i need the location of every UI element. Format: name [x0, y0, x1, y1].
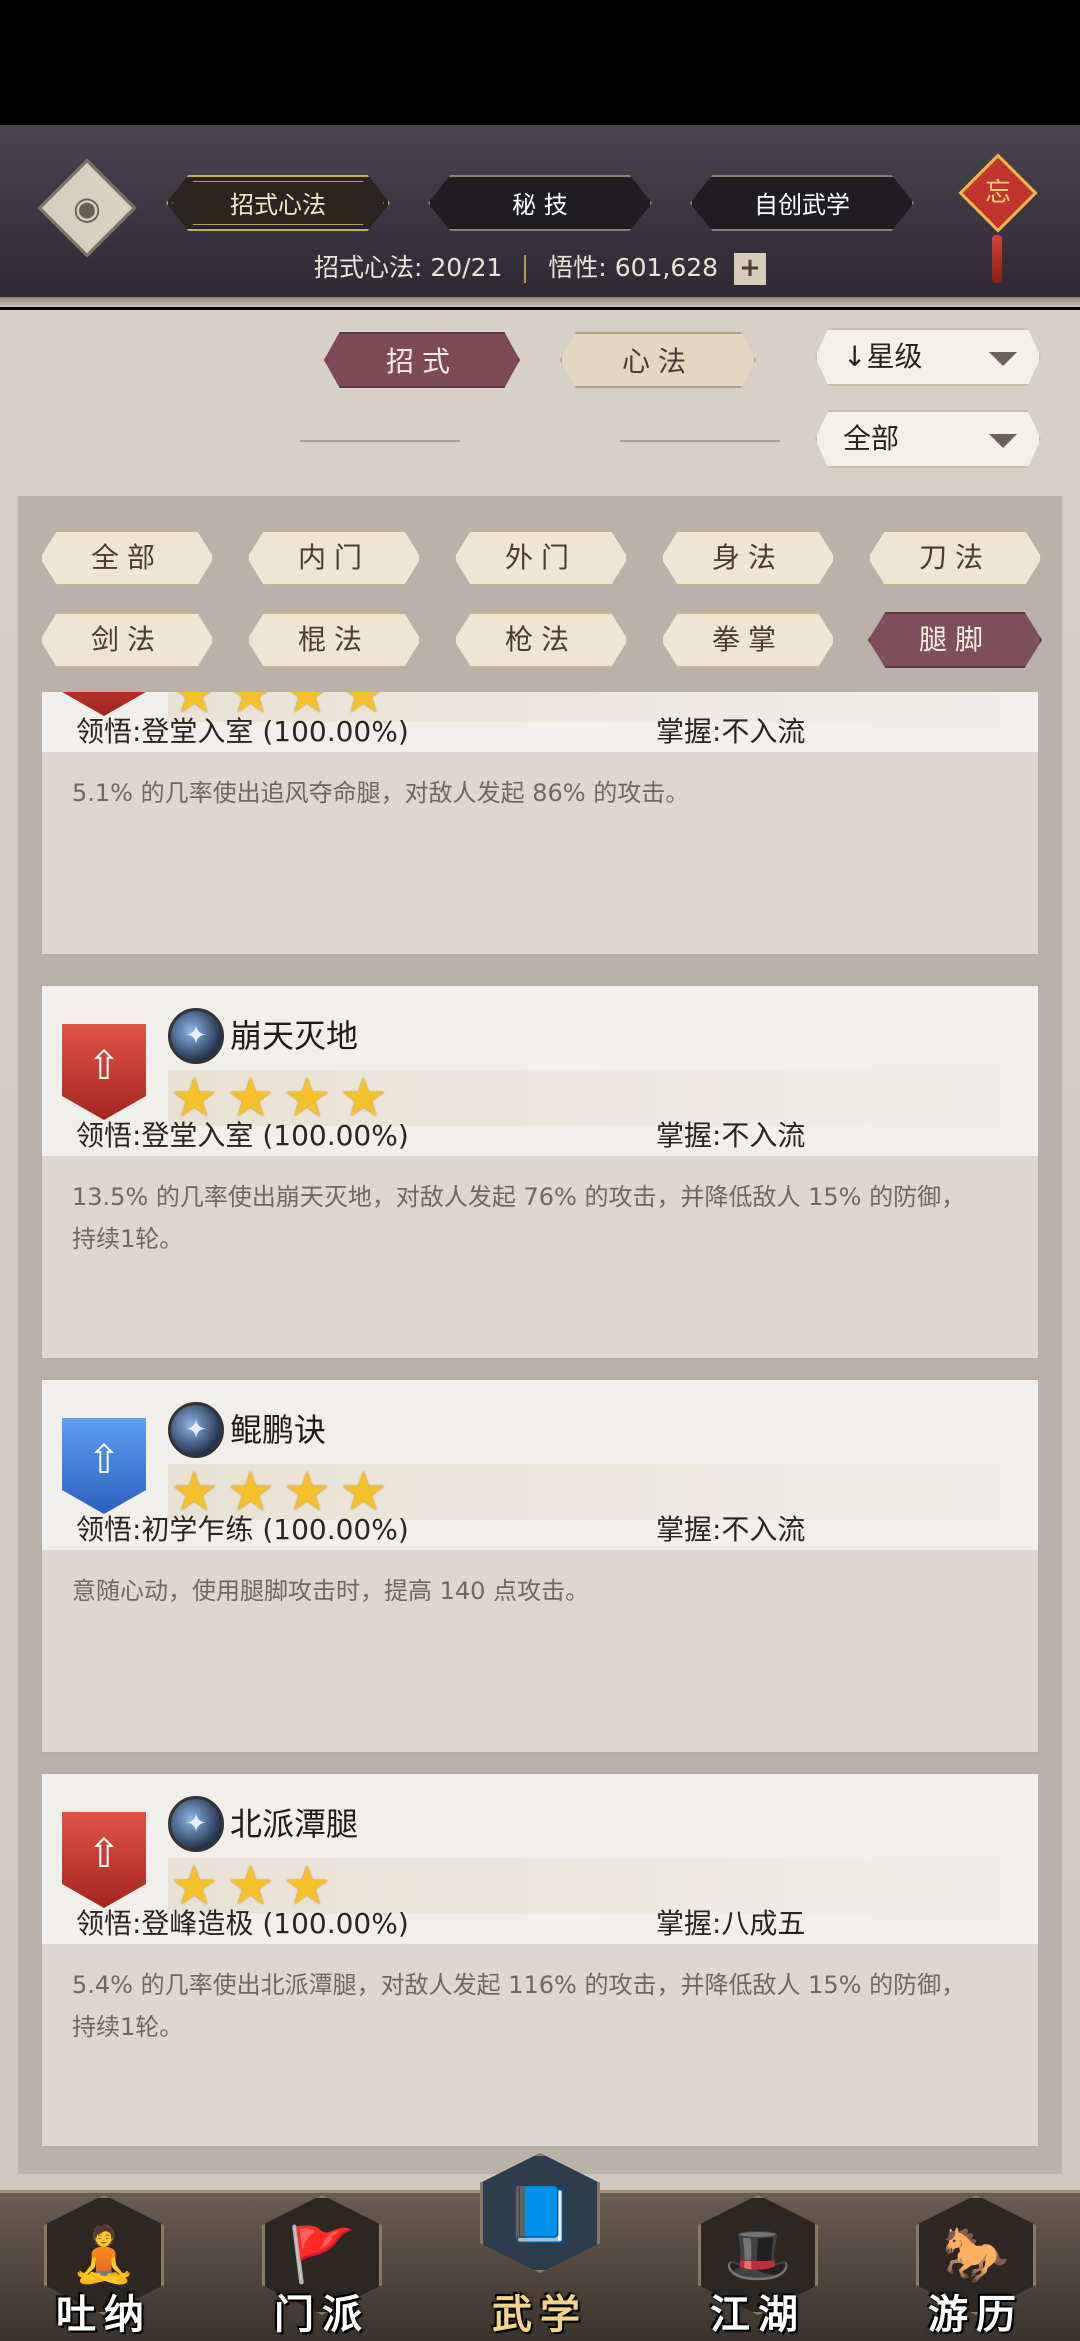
filter-spear[interactable]: 枪法	[454, 612, 628, 668]
skill-name: 北派潭腿	[230, 1805, 359, 1843]
skill-card[interactable]: ⇧ ✦ 鲲鹏诀 ★★★★ 领悟:初学乍练 (100.00%) 掌握:不入流 意随…	[40, 1378, 1040, 1754]
kick-skill-icon: ✦	[168, 1008, 224, 1064]
buff-banner-icon: ⇧	[62, 1418, 146, 1514]
filter-legs[interactable]: 腿脚	[868, 612, 1042, 668]
insight-label: 悟性:	[548, 253, 607, 282]
nav-label: 吐纳	[56, 2292, 152, 2338]
mastery-level: 掌握:八成五	[656, 1907, 806, 1940]
filter-outer-school[interactable]: 外门	[454, 530, 628, 586]
comprehension-level: 领悟:初学乍练 (100.00%)	[76, 1513, 409, 1546]
comprehension-level: 领悟:登堂入室 (100.00%)	[76, 715, 409, 748]
scope-dropdown-label: 全部	[843, 422, 900, 455]
tab-secret-skills[interactable]: 秘 技	[428, 175, 652, 231]
decorative-divider	[300, 440, 460, 442]
monk-icon: 🧘	[70, 2223, 138, 2286]
skill-name: 鲲鹏诀	[230, 1411, 327, 1449]
skill-name: 崩天灭地	[230, 1017, 359, 1055]
skill-card[interactable]: ⇧ ★★★★ 领悟:登堂入室 (100.00%) 掌握:不入流 5.1% 的几率…	[40, 692, 1040, 956]
stats-label: 招式心法:	[313, 253, 423, 282]
scope-dropdown[interactable]: 全部	[815, 410, 1041, 468]
filter-all[interactable]: 全部	[40, 530, 214, 586]
knot-char: 忘	[984, 178, 1011, 208]
tab-inner-methods[interactable]: 心法	[560, 332, 756, 388]
hat-icon: 🎩	[724, 2223, 792, 2286]
nav-travel[interactable]: 🐎 游历	[906, 2193, 1046, 2341]
stats-value: 20/21	[430, 253, 503, 282]
nav-label: 游历	[928, 2292, 1024, 2338]
skill-description: 5.4% 的几率使出北派潭腿，对敌人发起 116% 的攻击，并降低敌人 15% …	[72, 1971, 966, 2041]
filter-inner-school[interactable]: 内门	[247, 530, 421, 586]
filter-staff[interactable]: 棍法	[247, 612, 421, 668]
nav-label: 门派	[274, 2292, 370, 2338]
mastery-level: 掌握:不入流	[656, 1513, 806, 1546]
sort-arrow-icon: ↓	[843, 340, 867, 373]
sort-dropdown-label: 星级	[866, 340, 923, 373]
stats-line: 招式心法: 20/21 悟性: 601,628 +	[0, 243, 1080, 293]
nav-jianghu[interactable]: 🎩 江湖	[688, 2193, 828, 2341]
add-insight-button[interactable]: +	[734, 253, 767, 285]
attack-banner-icon: ⇧	[62, 1812, 146, 1908]
status-bar	[0, 0, 1080, 125]
skill-description: 意随心动，使用腿脚攻击时，提高 140 点攻击。	[72, 1577, 590, 1605]
skill-card[interactable]: ⇧ ✦ 崩天灭地 ★★★★ 领悟:登堂入室 (100.00%) 掌握:不入流 1…	[40, 984, 1040, 1360]
tab-moves-methods[interactable]: 招式心法	[166, 175, 390, 231]
mastery-level: 掌握:不入流	[656, 1119, 806, 1152]
mastery-level: 掌握:不入流	[656, 715, 806, 748]
skill-card[interactable]: ⇧ ✦ 北派潭腿 ★★★ 领悟:登峰造极 (100.00%) 掌握:八成五 5.…	[40, 1772, 1040, 2148]
attack-banner-icon: ⇧	[62, 1024, 146, 1120]
decorative-divider	[620, 440, 780, 442]
filter-saber[interactable]: 刀法	[868, 530, 1042, 586]
insight-value: 601,628	[614, 253, 719, 282]
stats-divider	[524, 255, 527, 283]
tab-moves[interactable]: 招式	[324, 332, 520, 388]
nav-sect[interactable]: 🚩 门派	[252, 2193, 392, 2341]
bottom-nav: 🧘 吐纳 🚩 门派 📘 武学 🎩 江湖 🐎 游历	[0, 2153, 1080, 2341]
horse-icon: 🐎	[942, 2223, 1010, 2286]
skill-list[interactable]: ⇧ ★★★★ 领悟:登堂入室 (100.00%) 掌握:不入流 5.1% 的几率…	[18, 692, 1062, 2174]
book-icon: 📘	[506, 2183, 574, 2246]
chevron-down-icon	[989, 434, 1017, 448]
sort-dropdown[interactable]: ↓星级	[815, 328, 1041, 386]
kick-skill-icon: ✦	[168, 1402, 224, 1458]
chevron-down-icon	[989, 352, 1017, 366]
filter-fist-palm[interactable]: 拳掌	[661, 612, 835, 668]
kick-skill-icon: ✦	[168, 1796, 224, 1852]
flag-icon: 🚩	[288, 2223, 356, 2286]
tab-custom-martial-arts[interactable]: 自创武学	[690, 175, 914, 231]
eye-icon: ◉	[73, 189, 101, 227]
skill-description: 13.5% 的几率使出崩天灭地，对敌人发起 76% 的攻击，并降低敌人 15% …	[72, 1183, 966, 1253]
header: ◉ 招式心法 秘 技 自创武学 忘 招式心法: 20/21 悟性: 601,62…	[0, 125, 1080, 307]
filter-sword[interactable]: 剑法	[40, 612, 214, 668]
filter-footwork[interactable]: 身法	[661, 530, 835, 586]
nav-breathing[interactable]: 🧘 吐纳	[34, 2193, 174, 2341]
skill-description: 5.1% 的几率使出追风夺命腿，对敌人发起 86% 的攻击。	[72, 779, 690, 807]
nav-label: 武学	[492, 2292, 588, 2338]
nav-label: 江湖	[710, 2292, 806, 2338]
nav-martial-arts[interactable]: 📘 武学	[470, 2153, 610, 2341]
comprehension-level: 领悟:登峰造极 (100.00%)	[76, 1907, 409, 1940]
comprehension-level: 领悟:登堂入室 (100.00%)	[76, 1119, 409, 1152]
